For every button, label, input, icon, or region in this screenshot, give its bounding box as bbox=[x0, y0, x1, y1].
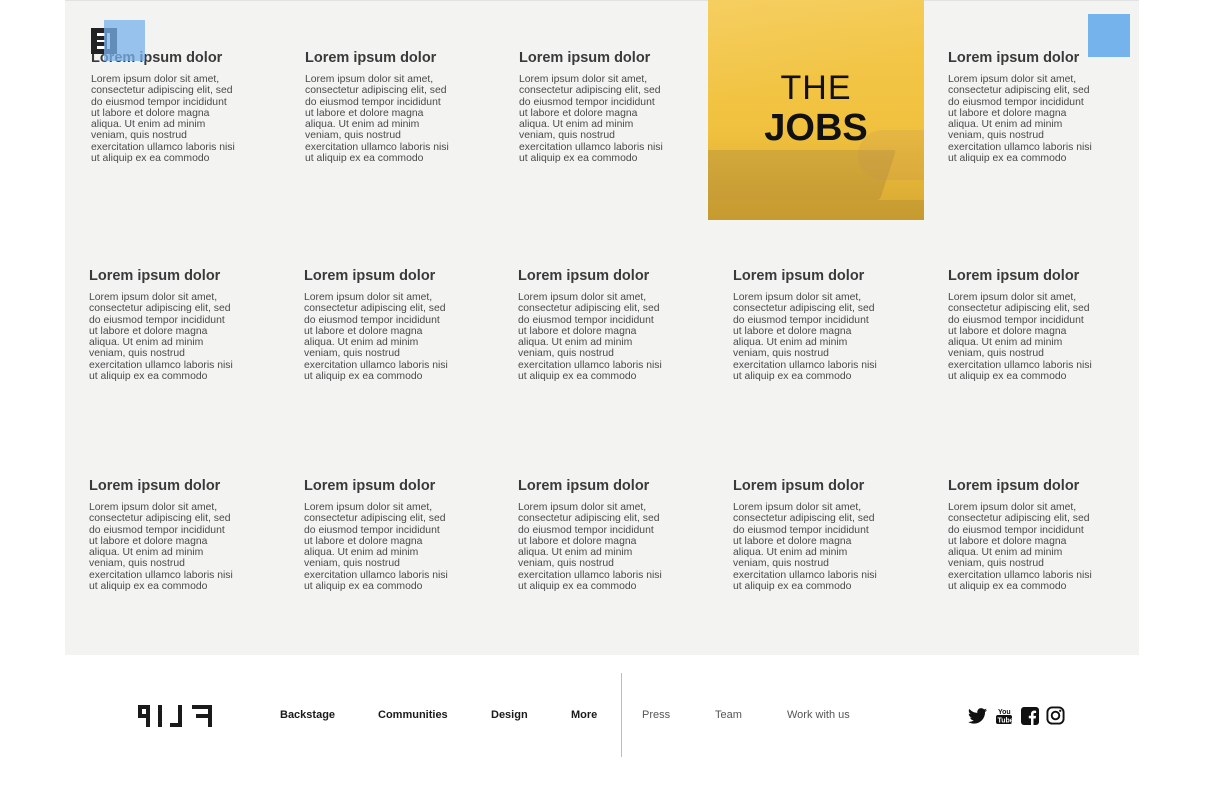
article-card[interactable]: Lorem ipsum dolor Lorem ipsum dolor sit … bbox=[519, 49, 694, 164]
article-excerpt: Lorem ipsum dolor sit amet, consectetur … bbox=[519, 74, 663, 165]
article-excerpt: Lorem ipsum dolor sit amet, consectetur … bbox=[948, 502, 1092, 593]
article-card[interactable]: Lorem ipsum dolor Lorem ipsum dolor sit … bbox=[948, 477, 1123, 592]
article-excerpt: Lorem ipsum dolor sit amet, consectetur … bbox=[304, 502, 448, 593]
article-excerpt: Lorem ipsum dolor sit amet, consectetur … bbox=[518, 292, 662, 383]
article-card[interactable]: Lorem ipsum dolor Lorem ipsum dolor sit … bbox=[89, 477, 264, 592]
article-excerpt: Lorem ipsum dolor sit amet, consectetur … bbox=[89, 502, 233, 593]
article-title[interactable]: Lorem ipsum dolor bbox=[948, 267, 1123, 285]
nav-more[interactable]: More bbox=[571, 709, 597, 721]
article-card[interactable]: Lorem ipsum dolor Lorem ipsum dolor sit … bbox=[733, 267, 908, 382]
article-card[interactable]: Lorem ipsum dolor Lorem ipsum dolor sit … bbox=[948, 49, 1123, 164]
article-title[interactable]: Lorem ipsum dolor bbox=[518, 477, 693, 495]
article-card[interactable]: Lorem ipsum dolor Lorem ipsum dolor sit … bbox=[305, 49, 480, 164]
article-title[interactable]: Lorem ipsum dolor bbox=[733, 267, 908, 285]
site-footer: Backstage Communities Design More Press … bbox=[0, 655, 1225, 793]
svg-text:Tube: Tube bbox=[997, 717, 1013, 724]
youtube-icon[interactable]: You Tube bbox=[994, 706, 1013, 725]
article-card[interactable]: Lorem ipsum dolor Lorem ipsum dolor sit … bbox=[948, 267, 1123, 382]
svg-text:You: You bbox=[998, 709, 1011, 716]
twitter-icon[interactable] bbox=[968, 706, 987, 725]
nav-design[interactable]: Design bbox=[491, 709, 528, 721]
article-title[interactable]: Lorem ipsum dolor bbox=[948, 477, 1123, 495]
facebook-icon[interactable] bbox=[1020, 706, 1039, 725]
instagram-icon[interactable] bbox=[1046, 706, 1065, 725]
social-links: You Tube bbox=[968, 706, 1065, 725]
nav-team[interactable]: Team bbox=[715, 709, 742, 721]
article-card[interactable]: Lorem ipsum dolor Lorem ipsum dolor sit … bbox=[733, 477, 908, 592]
article-card[interactable]: Lorem ipsum dolor Lorem ipsum dolor sit … bbox=[91, 49, 266, 164]
promo-title-line-2: JOBS bbox=[764, 107, 868, 149]
article-title[interactable]: Lorem ipsum dolor bbox=[733, 477, 908, 495]
selection-highlight bbox=[104, 20, 145, 61]
article-excerpt: Lorem ipsum dolor sit amet, consectetur … bbox=[305, 74, 449, 165]
flip-logo-icon bbox=[138, 705, 212, 727]
nav-backstage[interactable]: Backstage bbox=[280, 709, 335, 721]
article-title[interactable]: Lorem ipsum dolor bbox=[304, 477, 479, 495]
article-title[interactable]: Lorem ipsum dolor bbox=[89, 477, 264, 495]
article-card[interactable]: Lorem ipsum dolor Lorem ipsum dolor sit … bbox=[518, 477, 693, 592]
article-excerpt: Lorem ipsum dolor sit amet, consectetur … bbox=[733, 292, 877, 383]
article-card[interactable]: Lorem ipsum dolor Lorem ipsum dolor sit … bbox=[89, 267, 264, 382]
jobs-promo-tile[interactable]: THE JOBS bbox=[708, 0, 924, 220]
promo-title-line-1: THE bbox=[780, 69, 852, 107]
article-card[interactable]: Lorem ipsum dolor Lorem ipsum dolor sit … bbox=[304, 477, 479, 592]
article-title[interactable]: Lorem ipsum dolor bbox=[519, 49, 694, 67]
nav-divider bbox=[621, 673, 622, 757]
article-title[interactable]: Lorem ipsum dolor bbox=[305, 49, 480, 67]
article-excerpt: Lorem ipsum dolor sit amet, consectetur … bbox=[91, 74, 235, 165]
article-excerpt: Lorem ipsum dolor sit amet, consectetur … bbox=[733, 502, 877, 593]
article-excerpt: Lorem ipsum dolor sit amet, consectetur … bbox=[304, 292, 448, 383]
nav-work-with-us[interactable]: Work with us bbox=[787, 709, 850, 721]
selection-highlight bbox=[1088, 14, 1130, 57]
flip-logo[interactable] bbox=[138, 705, 214, 727]
nav-press[interactable]: Press bbox=[642, 709, 670, 721]
article-card[interactable]: Lorem ipsum dolor Lorem ipsum dolor sit … bbox=[304, 267, 479, 382]
article-excerpt: Lorem ipsum dolor sit amet, consectetur … bbox=[89, 292, 233, 383]
article-excerpt: Lorem ipsum dolor sit amet, consectetur … bbox=[948, 292, 1092, 383]
article-excerpt: Lorem ipsum dolor sit amet, consectetur … bbox=[948, 74, 1092, 165]
article-excerpt: Lorem ipsum dolor sit amet, consectetur … bbox=[518, 502, 662, 593]
article-title[interactable]: Lorem ipsum dolor bbox=[518, 267, 693, 285]
nav-communities[interactable]: Communities bbox=[378, 709, 448, 721]
article-card[interactable]: Lorem ipsum dolor Lorem ipsum dolor sit … bbox=[518, 267, 693, 382]
article-title[interactable]: Lorem ipsum dolor bbox=[89, 267, 264, 285]
article-title[interactable]: Lorem ipsum dolor bbox=[304, 267, 479, 285]
